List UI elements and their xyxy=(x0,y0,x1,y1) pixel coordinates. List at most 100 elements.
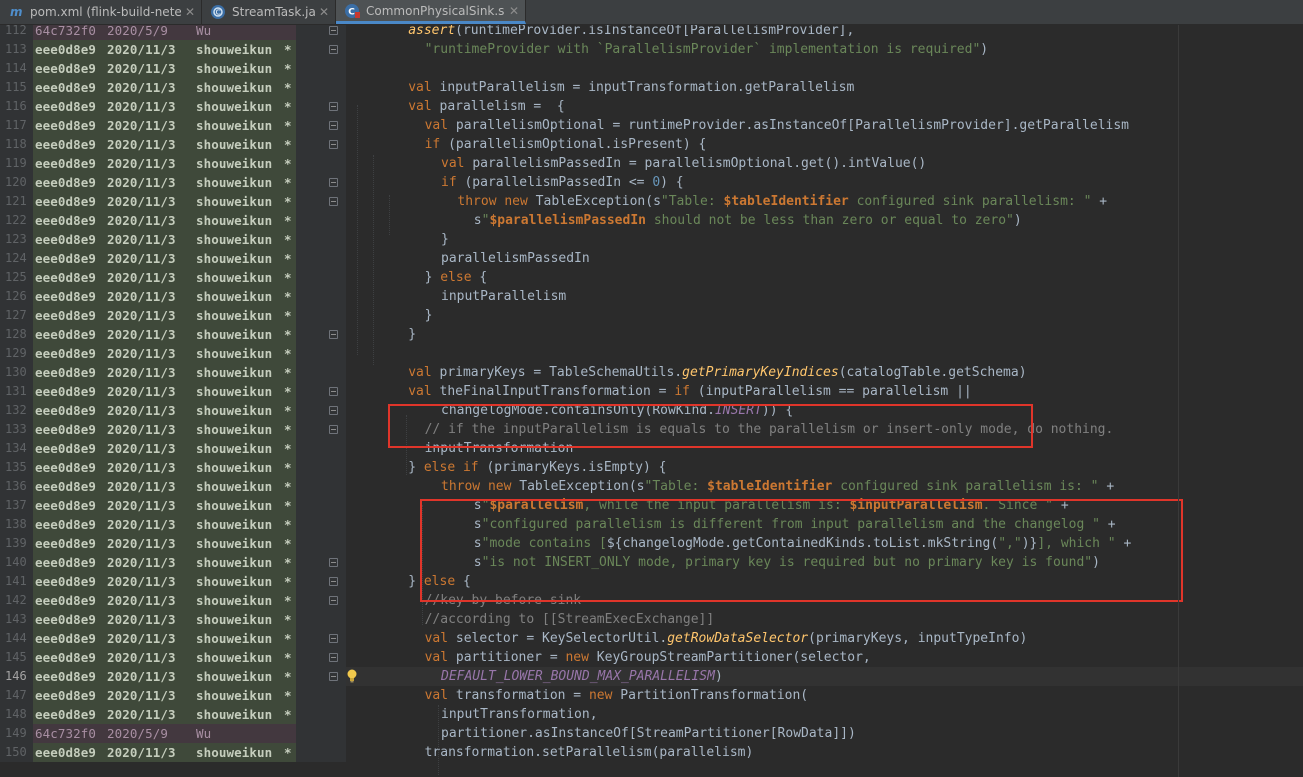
code-text[interactable]: } xyxy=(346,325,1303,344)
line-number[interactable]: 143 xyxy=(0,610,33,629)
line-number[interactable]: 119 xyxy=(0,154,33,173)
code-text[interactable]: "runtimeProvider with `ParallelismProvid… xyxy=(346,40,1303,59)
line-number[interactable]: 118 xyxy=(0,135,33,154)
editor-gutter[interactable] xyxy=(296,173,346,192)
code-text[interactable]: throw new TableException(s"Table: $table… xyxy=(346,477,1303,496)
line-number[interactable]: 120 xyxy=(0,173,33,192)
code-text[interactable] xyxy=(346,344,1303,363)
line-number[interactable]: 113 xyxy=(0,40,33,59)
code-line[interactable]: 150 eee0d8e9 2020/11/3 shouweikun * transform… xyxy=(0,743,1303,762)
line-number[interactable]: 136 xyxy=(0,477,33,496)
editor-gutter[interactable] xyxy=(296,25,346,40)
line-number[interactable]: 140 xyxy=(0,553,33,572)
line-number[interactable]: 144 xyxy=(0,629,33,648)
editor-gutter[interactable] xyxy=(296,59,346,78)
code-line[interactable]: 124 eee0d8e9 2020/11/3 shouweikun * paralleli… xyxy=(0,249,1303,268)
code-line[interactable]: 121 eee0d8e9 2020/11/3 shouweikun * throw new… xyxy=(0,192,1303,211)
code-text[interactable]: //according to [[StreamExecExchange]] xyxy=(346,610,1303,629)
close-icon[interactable]: ✕ xyxy=(319,5,329,19)
code-text[interactable]: val selector = KeySelectorUtil.getRowDat… xyxy=(346,629,1303,648)
editor-gutter[interactable] xyxy=(296,230,346,249)
line-number[interactable]: 137 xyxy=(0,496,33,515)
code-line[interactable]: 113 eee0d8e9 2020/11/3 shouweikun * "runtimeP… xyxy=(0,40,1303,59)
code-text[interactable]: } else if (primaryKeys.isEmpty) { xyxy=(346,458,1303,477)
git-blame-annotation[interactable]: eee0d8e9 2020/11/3 shouweikun * xyxy=(33,287,296,306)
close-icon[interactable]: ✕ xyxy=(509,4,519,18)
git-blame-annotation[interactable]: eee0d8e9 2020/11/3 shouweikun * xyxy=(33,135,296,154)
fold-toggle-icon[interactable] xyxy=(329,26,338,35)
git-blame-annotation[interactable]: eee0d8e9 2020/11/3 shouweikun * xyxy=(33,306,296,325)
code-line[interactable]: 116 eee0d8e9 2020/11/3 shouweikun * val paral… xyxy=(0,97,1303,116)
git-blame-annotation[interactable]: eee0d8e9 2020/11/3 shouweikun * xyxy=(33,629,296,648)
fold-toggle-icon[interactable] xyxy=(329,406,338,415)
git-blame-annotation[interactable]: eee0d8e9 2020/11/3 shouweikun * xyxy=(33,401,296,420)
editor-gutter[interactable] xyxy=(296,458,346,477)
line-number[interactable]: 129 xyxy=(0,344,33,363)
line-number[interactable]: 145 xyxy=(0,648,33,667)
editor-gutter[interactable] xyxy=(296,97,346,116)
fold-toggle-icon[interactable] xyxy=(329,121,338,130)
git-blame-annotation[interactable]: eee0d8e9 2020/11/3 shouweikun * xyxy=(33,610,296,629)
git-blame-annotation[interactable]: eee0d8e9 2020/11/3 shouweikun * xyxy=(33,211,296,230)
code-line[interactable]: 146 eee0d8e9 2020/11/3 shouweikun * DEFAULT_L… xyxy=(0,667,1303,686)
fold-toggle-icon[interactable] xyxy=(329,672,338,681)
line-number[interactable]: 123 xyxy=(0,230,33,249)
editor-gutter[interactable] xyxy=(296,686,346,705)
code-line[interactable]: 123 eee0d8e9 2020/11/3 shouweikun *} xyxy=(0,230,1303,249)
editor-gutter[interactable] xyxy=(296,610,346,629)
fold-toggle-icon[interactable] xyxy=(329,558,338,567)
fold-toggle-icon[interactable] xyxy=(329,330,338,339)
git-blame-annotation[interactable]: eee0d8e9 2020/11/3 shouweikun * xyxy=(33,116,296,135)
editor-gutter[interactable] xyxy=(296,287,346,306)
git-blame-annotation[interactable]: eee0d8e9 2020/11/3 shouweikun * xyxy=(33,743,296,762)
line-number[interactable]: 147 xyxy=(0,686,33,705)
editor-gutter[interactable] xyxy=(296,648,346,667)
editor-gutter[interactable] xyxy=(296,724,346,743)
line-number[interactable]: 112 xyxy=(0,25,33,40)
git-blame-annotation[interactable]: eee0d8e9 2020/11/3 shouweikun * xyxy=(33,230,296,249)
fold-toggle-icon[interactable] xyxy=(329,425,338,434)
line-number[interactable]: 133 xyxy=(0,420,33,439)
git-blame-annotation[interactable]: eee0d8e9 2020/11/3 shouweikun * xyxy=(33,458,296,477)
line-number[interactable]: 149 xyxy=(0,724,33,743)
line-number[interactable]: 141 xyxy=(0,572,33,591)
code-text[interactable]: DEFAULT_LOWER_BOUND_MAX_PARALLELISM) xyxy=(346,667,1303,686)
editor-gutter[interactable] xyxy=(296,363,346,382)
git-blame-annotation[interactable]: eee0d8e9 2020/11/3 shouweikun * xyxy=(33,553,296,572)
git-blame-annotation[interactable]: eee0d8e9 2020/11/3 shouweikun * xyxy=(33,325,296,344)
line-number[interactable]: 121 xyxy=(0,192,33,211)
git-blame-annotation[interactable]: eee0d8e9 2020/11/3 shouweikun * xyxy=(33,477,296,496)
code-line[interactable]: 122 eee0d8e9 2020/11/3 shouweikun * s"$parall… xyxy=(0,211,1303,230)
code-text[interactable]: val transformation = new PartitionTransf… xyxy=(346,686,1303,705)
git-blame-annotation[interactable]: eee0d8e9 2020/11/3 shouweikun * xyxy=(33,705,296,724)
code-text[interactable]: val parallelism = { xyxy=(346,97,1303,116)
line-number[interactable]: 139 xyxy=(0,534,33,553)
fold-toggle-icon[interactable] xyxy=(329,197,338,206)
fold-toggle-icon[interactable] xyxy=(329,45,338,54)
git-blame-annotation[interactable]: eee0d8e9 2020/11/3 shouweikun * xyxy=(33,268,296,287)
git-blame-annotation[interactable]: eee0d8e9 2020/11/3 shouweikun * xyxy=(33,173,296,192)
code-text[interactable]: val inputParallelism = inputTransformati… xyxy=(346,78,1303,97)
code-line[interactable]: 144 eee0d8e9 2020/11/3 shouweikun * val selec… xyxy=(0,629,1303,648)
editor-gutter[interactable] xyxy=(296,705,346,724)
editor-gutter[interactable] xyxy=(296,78,346,97)
line-number[interactable]: 134 xyxy=(0,439,33,458)
git-blame-annotation[interactable]: 64c732f0 2020/5/9 Wu xyxy=(33,724,296,743)
git-blame-annotation[interactable]: eee0d8e9 2020/11/3 shouweikun * xyxy=(33,363,296,382)
fold-toggle-icon[interactable] xyxy=(329,596,338,605)
code-text[interactable]: inputParallelism xyxy=(346,287,1303,306)
editor-gutter[interactable] xyxy=(296,477,346,496)
editor-gutter[interactable] xyxy=(296,116,346,135)
git-blame-annotation[interactable]: eee0d8e9 2020/11/3 shouweikun * xyxy=(33,667,296,686)
editor-gutter[interactable] xyxy=(296,534,346,553)
editor-gutter[interactable] xyxy=(296,496,346,515)
code-text[interactable]: val primaryKeys = TableSchemaUtils.getPr… xyxy=(346,363,1303,382)
code-text[interactable]: if (parallelismPassedIn <= 0) { xyxy=(346,173,1303,192)
line-number[interactable]: 116 xyxy=(0,97,33,116)
git-blame-annotation[interactable]: eee0d8e9 2020/11/3 shouweikun * xyxy=(33,382,296,401)
tab-commonphysicalsink-scala[interactable]: C CommonPhysicalSink.scala ✕ xyxy=(336,0,526,24)
git-blame-annotation[interactable]: eee0d8e9 2020/11/3 shouweikun * xyxy=(33,515,296,534)
fold-toggle-icon[interactable] xyxy=(329,577,338,586)
code-text[interactable]: transformation.setParallelism(parallelis… xyxy=(346,743,1303,762)
close-icon[interactable]: ✕ xyxy=(185,5,195,19)
